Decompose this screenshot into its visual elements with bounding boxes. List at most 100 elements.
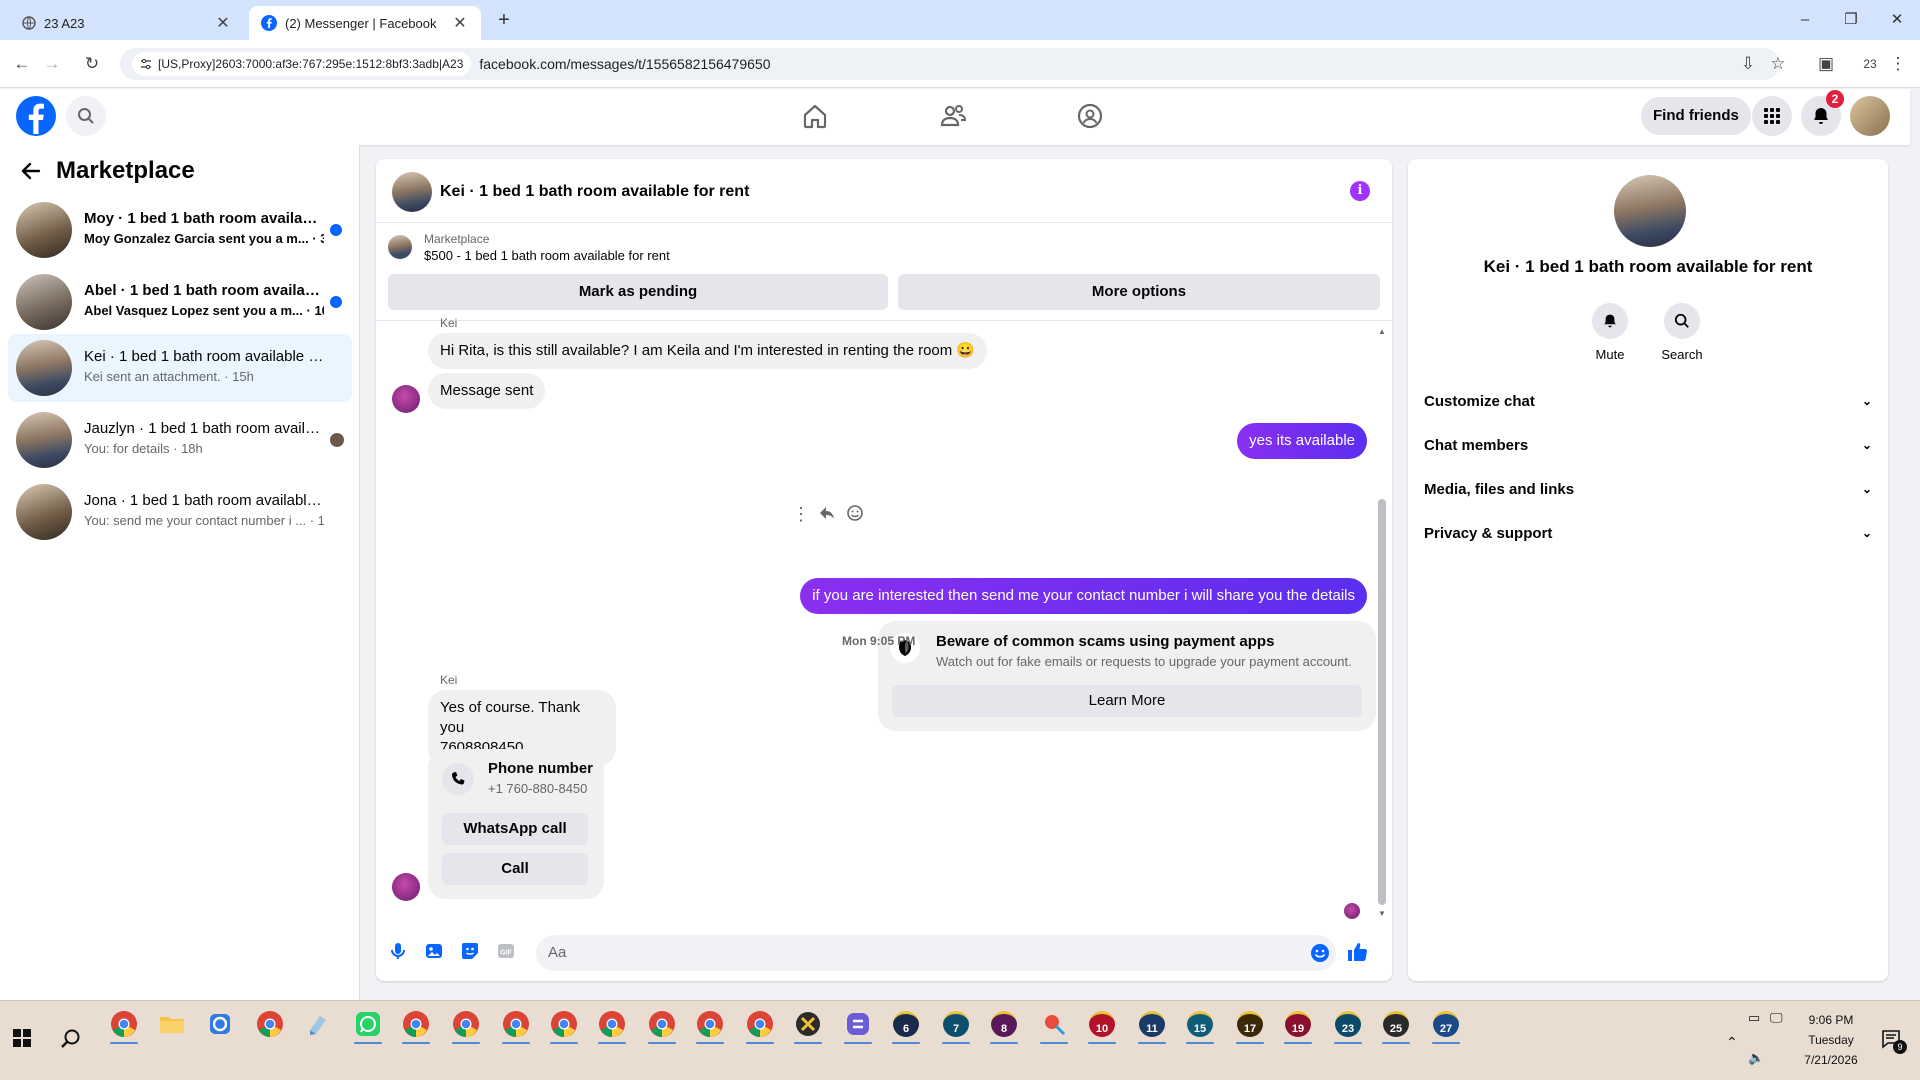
chrome-icon[interactable] bbox=[450, 1008, 482, 1044]
new-tab-button[interactable]: + bbox=[492, 8, 516, 32]
media-files-links-item[interactable]: Media, files and links ⌄ bbox=[1424, 467, 1872, 511]
proxy-chip[interactable]: [US,Proxy]2603:7000:af3e:767:295e:1512:8… bbox=[132, 52, 472, 76]
chrome-icon[interactable] bbox=[400, 1008, 432, 1044]
scroll-up-icon[interactable]: ▲ bbox=[1378, 327, 1386, 336]
reply-icon[interactable] bbox=[818, 504, 836, 522]
privacy-support-item[interactable]: Privacy & support ⌄ bbox=[1424, 511, 1872, 555]
windows-start-icon[interactable] bbox=[12, 1028, 32, 1048]
numbered-app-icon[interactable]: 19 bbox=[1282, 1008, 1314, 1044]
photo-icon[interactable] bbox=[424, 941, 444, 961]
system-clock[interactable]: 9:06 PM Tuesday 7/21/2026 bbox=[1796, 1010, 1866, 1070]
whatsapp-call-button[interactable]: WhatsApp call bbox=[442, 813, 588, 845]
chrome-icon[interactable] bbox=[500, 1008, 532, 1044]
scroll-down-icon[interactable]: ▼ bbox=[1378, 909, 1386, 918]
conversation-item-moy[interactable]: Moy · 1 bed 1 bath room available for re… bbox=[8, 196, 352, 264]
bookmark-star-icon[interactable]: ☆ bbox=[1766, 52, 1790, 76]
chrome-icon[interactable] bbox=[694, 1008, 726, 1044]
message-scrollbar[interactable] bbox=[1378, 499, 1386, 905]
whatsapp-icon[interactable] bbox=[352, 1008, 384, 1044]
conversation-item-jona[interactable]: Jona · 1 bed 1 bath room available for r… bbox=[8, 478, 352, 546]
info-icon[interactable]: i bbox=[1350, 181, 1370, 201]
profile-label[interactable]: 23 bbox=[1858, 52, 1882, 76]
mark-as-pending-button[interactable]: Mark as pending bbox=[388, 274, 888, 310]
react-emoji-icon[interactable] bbox=[846, 504, 864, 522]
conversation-item-abel[interactable]: Abel · 1 bed 1 bath room available for r… bbox=[8, 268, 352, 336]
omnibox[interactable]: [US,Proxy]2603:7000:af3e:767:295e:1512:8… bbox=[120, 48, 1780, 80]
message-bubble-received[interactable]: Hi Rita, is this still available? I am K… bbox=[428, 333, 988, 369]
message-input[interactable]: Aa bbox=[536, 935, 1336, 971]
call-button[interactable]: Call bbox=[442, 853, 588, 885]
customize-chat-item[interactable]: Customize chat ⌄ bbox=[1424, 379, 1872, 423]
sender-avatar[interactable] bbox=[392, 385, 420, 413]
numbered-app-icon[interactable]: 23 bbox=[1332, 1008, 1364, 1044]
gif-icon[interactable]: GIF bbox=[496, 941, 516, 961]
volume-icon[interactable]: 🔈 bbox=[1748, 1050, 1764, 1066]
back-icon[interactable]: ← bbox=[10, 52, 34, 76]
search-icon[interactable] bbox=[66, 96, 106, 136]
sticker-icon[interactable] bbox=[460, 941, 480, 961]
numbered-app-icon[interactable]: 7 bbox=[940, 1008, 972, 1044]
numbered-app-icon[interactable]: 11 bbox=[1136, 1008, 1168, 1044]
more-options-button[interactable]: More options bbox=[898, 274, 1380, 310]
profile-avatar[interactable] bbox=[1850, 96, 1890, 136]
tab-close-icon[interactable]: ✕ bbox=[451, 13, 469, 33]
facebook-logo-icon[interactable] bbox=[16, 96, 56, 136]
microphone-icon[interactable] bbox=[388, 941, 408, 961]
groups-icon[interactable] bbox=[1072, 98, 1108, 134]
message-bubble-sent[interactable]: if you are interested then send me your … bbox=[800, 578, 1367, 614]
emoji-icon[interactable] bbox=[1310, 943, 1330, 963]
chrome-icon[interactable] bbox=[548, 1008, 580, 1044]
browser-tab-active[interactable]: (2) Messenger | Facebook ✕ bbox=[249, 6, 481, 40]
listing-thumbnail[interactable] bbox=[388, 235, 412, 259]
conversation-item-jauzlyn[interactable]: Jauzlyn · 1 bed 1 bath room available fo… bbox=[8, 406, 352, 474]
numbered-app-icon[interactable]: 10 bbox=[1086, 1008, 1118, 1044]
sender-avatar[interactable] bbox=[392, 873, 420, 901]
mute-button[interactable]: Mute bbox=[1580, 303, 1640, 362]
numbered-app-icon[interactable]: 25 bbox=[1380, 1008, 1412, 1044]
chrome-icon[interactable] bbox=[744, 1008, 776, 1044]
file-explorer-icon[interactable] bbox=[156, 1008, 188, 1040]
details-avatar[interactable] bbox=[1614, 175, 1686, 247]
numbered-app-icon[interactable]: 27 bbox=[1430, 1008, 1462, 1044]
chrome-icon[interactable] bbox=[596, 1008, 628, 1044]
chat-title[interactable]: Kei · 1 bed 1 bath room available for re… bbox=[440, 183, 749, 201]
more-actions-icon[interactable]: ⋮ bbox=[792, 504, 810, 525]
numbered-app-icon[interactable]: 8 bbox=[988, 1008, 1020, 1044]
network-icon[interactable]: 🖵 bbox=[1770, 1010, 1783, 1026]
app-icon[interactable] bbox=[792, 1008, 824, 1044]
app-icon[interactable] bbox=[1038, 1008, 1070, 1044]
restore-icon[interactable]: ❐ bbox=[1836, 8, 1866, 32]
install-app-icon[interactable]: ⇩ bbox=[1736, 52, 1760, 76]
forward-icon[interactable]: → bbox=[40, 52, 64, 76]
numbered-app-icon[interactable]: 15 bbox=[1184, 1008, 1216, 1044]
learn-more-button[interactable]: Learn More bbox=[892, 685, 1362, 717]
app-icon[interactable] bbox=[842, 1008, 874, 1044]
find-friends-button[interactable]: Find friends bbox=[1641, 97, 1751, 135]
message-bubble-received[interactable]: Message sent bbox=[428, 373, 546, 409]
conversation-item-kei[interactable]: Kei · 1 bed 1 bath room available for re… bbox=[8, 334, 352, 402]
numbered-app-icon[interactable]: 6 bbox=[890, 1008, 922, 1044]
taskbar-search-icon[interactable] bbox=[60, 1028, 82, 1050]
like-thumbs-up-icon[interactable] bbox=[1346, 941, 1368, 963]
numbered-app-icon[interactable]: 17 bbox=[1234, 1008, 1266, 1044]
menu-grid-icon[interactable] bbox=[1752, 96, 1792, 136]
message-bubble-sent[interactable]: yes its available bbox=[1237, 423, 1367, 459]
browser-tab-inactive[interactable]: 23 A23 ✕ bbox=[10, 6, 244, 40]
chrome-icon[interactable] bbox=[646, 1008, 678, 1044]
menu-dots-icon[interactable]: ⋮ bbox=[1886, 52, 1910, 76]
reload-icon[interactable]: ↻ bbox=[80, 52, 104, 76]
side-panel-icon[interactable]: ▣ bbox=[1814, 52, 1838, 76]
window-close-icon[interactable]: ✕ bbox=[1882, 8, 1912, 32]
url-text[interactable]: facebook.com/messages/t/1556582156479650 bbox=[479, 56, 770, 72]
app-icon[interactable] bbox=[204, 1008, 236, 1040]
show-hidden-icons-icon[interactable]: ⌃ bbox=[1726, 1034, 1738, 1051]
chrome-icon[interactable] bbox=[254, 1008, 286, 1040]
tab-close-icon[interactable]: ✕ bbox=[214, 13, 232, 33]
chat-avatar[interactable] bbox=[392, 172, 432, 212]
home-icon[interactable] bbox=[797, 98, 833, 134]
chat-members-item[interactable]: Chat members ⌄ bbox=[1424, 423, 1872, 467]
meet-now-icon[interactable]: ▭ bbox=[1748, 1010, 1760, 1026]
chrome-icon[interactable] bbox=[108, 1008, 140, 1044]
friends-icon[interactable] bbox=[935, 98, 971, 134]
app-icon[interactable] bbox=[302, 1008, 334, 1040]
